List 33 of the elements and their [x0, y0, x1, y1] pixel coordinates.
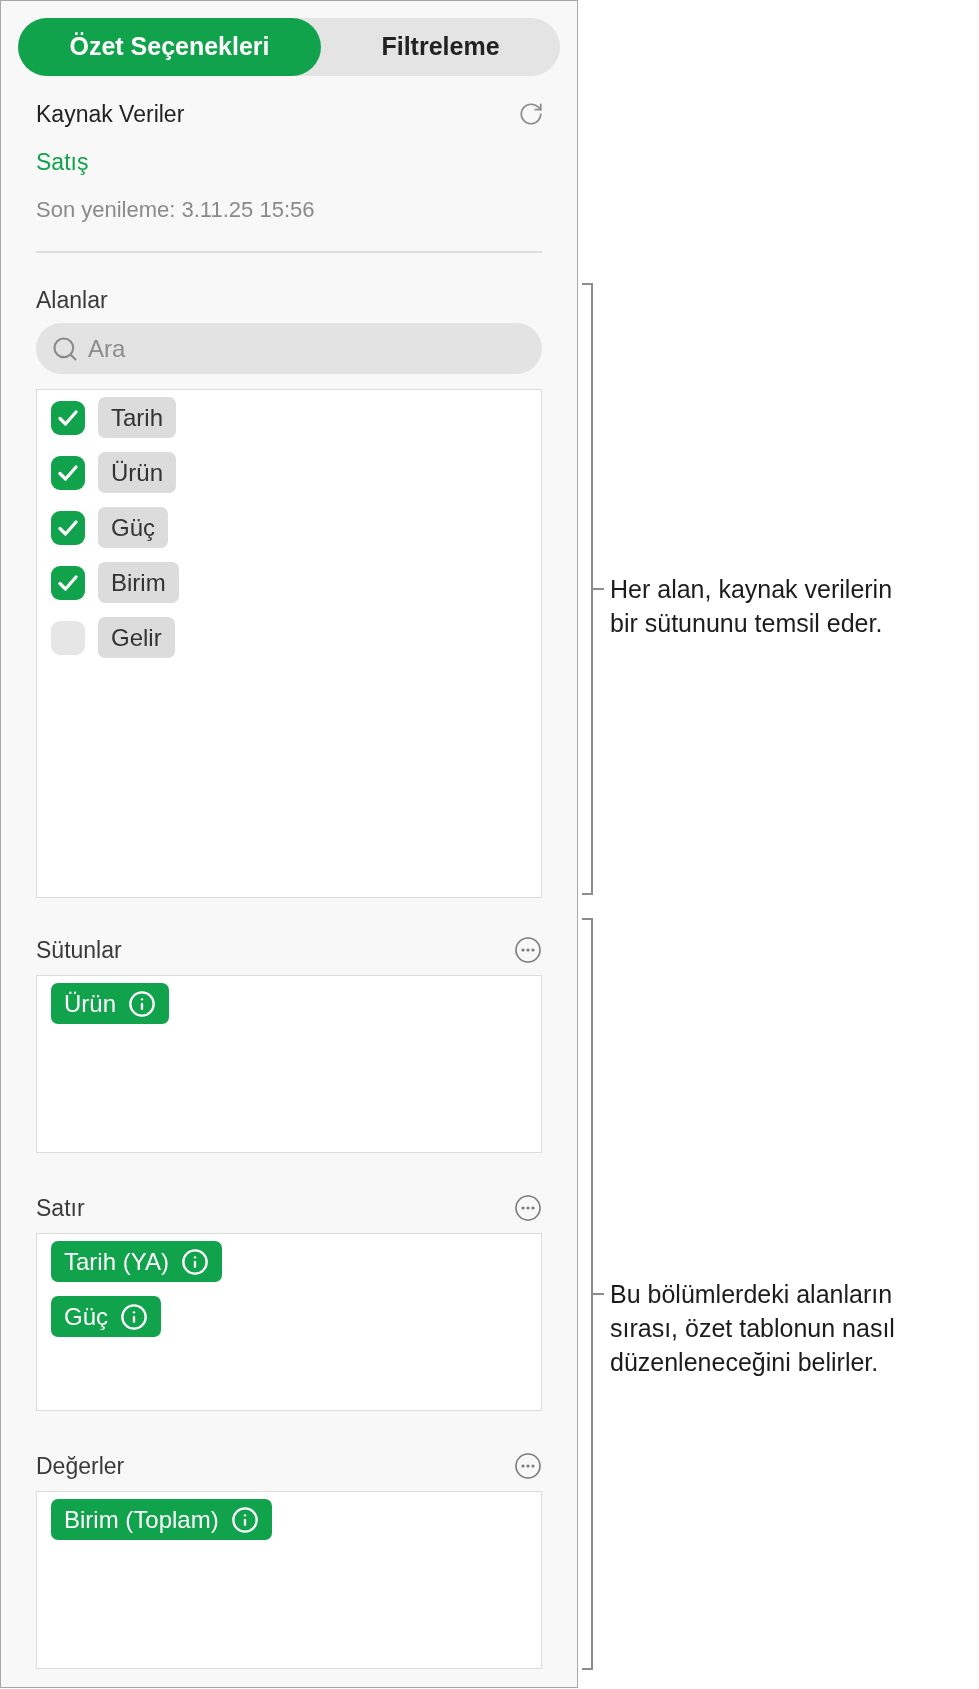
info-icon[interactable]	[230, 1505, 259, 1534]
field-tag[interactable]: Tarih	[98, 397, 177, 438]
section-title: Alanlar	[36, 285, 108, 315]
tab[interactable]: Filtreleme	[321, 18, 560, 76]
check-icon	[58, 464, 78, 481]
search-icon	[51, 335, 79, 363]
checkbox[interactable]	[51, 510, 85, 545]
field-tag[interactable]: Gelir	[98, 617, 175, 658]
section-title: Sütunlar	[36, 935, 122, 965]
field-tag[interactable]: Güç	[98, 507, 168, 548]
info-icon[interactable]	[128, 989, 157, 1018]
more-icon[interactable]	[515, 1195, 541, 1221]
field-tag[interactable]: Birim	[98, 562, 179, 603]
source-title: Kaynak Veriler	[36, 99, 185, 129]
info-icon[interactable]	[120, 1302, 148, 1331]
section-title: Satır	[36, 1193, 85, 1223]
search-field[interactable]: Ara	[36, 323, 542, 374]
section-title: Değerler	[36, 1451, 125, 1481]
checkbox[interactable]	[51, 400, 85, 435]
checkbox[interactable]	[51, 565, 85, 600]
more-icon[interactable]	[515, 937, 541, 963]
callout-text: Bu bölümlerdeki alanların sırası, özet tablonun nasıl düzenleneceğini belirler.	[610, 1279, 896, 1378]
checkbox[interactable]	[51, 620, 85, 655]
check-icon	[58, 409, 78, 426]
check-icon	[58, 519, 78, 536]
field-tag[interactable]: Ürün	[98, 452, 177, 493]
refresh-icon[interactable]	[518, 101, 544, 127]
info-icon[interactable]	[180, 1247, 209, 1276]
refresh-time: Son yenileme: 3.11.25 15:56	[36, 195, 315, 224]
checkbox[interactable]	[51, 455, 85, 490]
check-icon	[58, 574, 78, 591]
callout-text: Her alan, kaynak verilerin bir sütununu temsil eder.	[610, 574, 894, 639]
more-icon[interactable]	[515, 1453, 541, 1479]
